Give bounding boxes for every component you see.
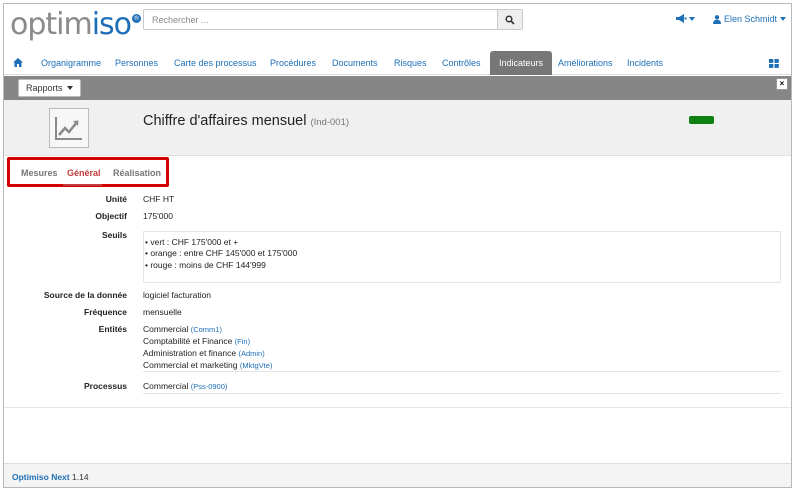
nav-item-indicateurs[interactable]: Indicateurs	[490, 51, 553, 75]
tab-realisation[interactable]: Réalisation	[113, 168, 161, 178]
entite-name: Commercial et marketing	[143, 360, 238, 370]
footer-version-number: 1.14	[72, 472, 89, 482]
search-icon	[505, 14, 515, 25]
entite-code-link[interactable]: (Fin)	[235, 337, 250, 346]
processus-separator	[143, 393, 781, 394]
processus-item: Commercial (Pss-0900)	[143, 381, 227, 391]
main-nav: Organigramme Personnes Carte des process…	[4, 51, 791, 75]
entite-item: Commercial et marketing (MktgVte)	[143, 360, 272, 370]
processus-code-link[interactable]: (Pss-0900)	[191, 382, 228, 391]
processus-name: Commercial	[143, 381, 189, 391]
caret-down-icon	[66, 86, 73, 90]
footer: Optimiso Next 1.14	[4, 463, 791, 487]
seuils-label: Seuils	[101, 230, 127, 240]
entite-code-link[interactable]: (MktgVte)	[240, 361, 273, 370]
search-bar	[143, 9, 523, 30]
toolbar: Rapports ×	[4, 76, 791, 100]
footer-brand: Optimiso Next	[12, 472, 70, 482]
indicator-thumbnail	[49, 108, 89, 148]
caret-down-icon	[689, 16, 695, 21]
megaphone-icon	[676, 14, 687, 23]
entites-separator	[143, 371, 781, 372]
detail-tabs: Mesures Général Réalisation	[7, 157, 169, 187]
entite-code-link[interactable]: (Admin)	[238, 349, 264, 358]
processus-label: Processus	[84, 381, 127, 391]
close-button[interactable]: ×	[776, 78, 788, 90]
caret-down-icon	[780, 17, 787, 21]
user-menu[interactable]: Elen Schmidt	[713, 14, 787, 24]
indicator-header: Chiffre d'affaires mensuel (Ind-001)	[4, 100, 791, 156]
logo-text-part1: optim	[10, 7, 93, 42]
entite-item: Commercial (Comm1)	[143, 324, 222, 334]
unite-value: CHF HT	[143, 194, 175, 204]
seuil-orange: • orange : entre CHF 145'000 et 175'000	[145, 248, 298, 258]
seuil-rouge: • rouge : moins de CHF 144'999	[145, 260, 266, 270]
content-bottom-separator	[4, 407, 791, 408]
optimiso-logo[interactable]: optimiso ®	[10, 7, 142, 43]
nav-item-procedures[interactable]: Procédures	[270, 51, 316, 75]
entite-name: Commercial	[143, 324, 189, 334]
search-input[interactable]	[144, 10, 497, 29]
indicator-code: (Ind-001)	[310, 117, 350, 128]
home-icon[interactable]	[13, 58, 23, 67]
tab-general[interactable]: Général	[67, 168, 101, 178]
indicator-title: Chiffre d'affaires mensuel (Ind-001)	[143, 113, 349, 129]
nav-item-organigramme[interactable]: Organigramme	[41, 51, 101, 75]
frequence-value: mensuelle	[143, 307, 182, 317]
objectif-value: 175'000	[143, 211, 173, 221]
entite-name: Administration et finance	[143, 348, 237, 358]
nav-item-personnes[interactable]: Personnes	[115, 51, 158, 75]
search-button[interactable]	[497, 10, 522, 29]
rapports-label: Rapports	[26, 83, 63, 93]
active-tab-underline	[63, 184, 102, 186]
entite-item: Administration et finance (Admin)	[143, 348, 265, 358]
nav-item-documents[interactable]: Documents	[332, 51, 378, 75]
logo-text-part2: iso	[91, 7, 132, 42]
grid-icon[interactable]	[769, 59, 779, 68]
entite-name: Comptabilité et Finance	[143, 336, 233, 346]
source-value: logiciel facturation	[143, 290, 212, 300]
status-indicator-green	[689, 116, 714, 124]
entite-code-link[interactable]: (Comm1)	[191, 325, 222, 334]
rapports-dropdown-button[interactable]: Rapports	[18, 79, 81, 97]
unite-label: Unité	[105, 194, 127, 204]
app-window: optimiso® Elen Schmidt Organigramme Pers…	[3, 3, 792, 488]
entite-item: Comptabilité et Finance (Fin)	[143, 336, 250, 346]
user-icon	[713, 14, 721, 24]
footer-version: Optimiso Next 1.14	[12, 472, 89, 482]
nav-item-carte-des-processus[interactable]: Carte des processus	[174, 51, 257, 75]
logo-registered-badge: ®	[132, 14, 142, 23]
seuil-vert: • vert : CHF 175'000 et +	[145, 237, 239, 247]
nav-item-ameliorations[interactable]: Améliorations	[558, 51, 613, 75]
user-name: Elen Schmidt	[724, 14, 778, 24]
nav-item-risques[interactable]: Risques	[394, 51, 427, 75]
top-header: optimiso® Elen Schmidt	[4, 4, 791, 49]
frequence-label: Fréquence	[84, 307, 127, 317]
source-label: Source de la donnée	[43, 290, 127, 300]
objectif-label: Objectif	[95, 211, 127, 221]
tab-mesures[interactable]: Mesures	[21, 168, 58, 178]
trend-chart-icon	[55, 117, 82, 140]
nav-item-controles[interactable]: Contrôles	[442, 51, 481, 75]
entites-label: Entités	[98, 324, 127, 334]
notifications-dropdown[interactable]	[676, 14, 695, 23]
indicator-name: Chiffre d'affaires mensuel	[143, 113, 307, 129]
nav-item-incidents[interactable]: Incidents	[627, 51, 663, 75]
